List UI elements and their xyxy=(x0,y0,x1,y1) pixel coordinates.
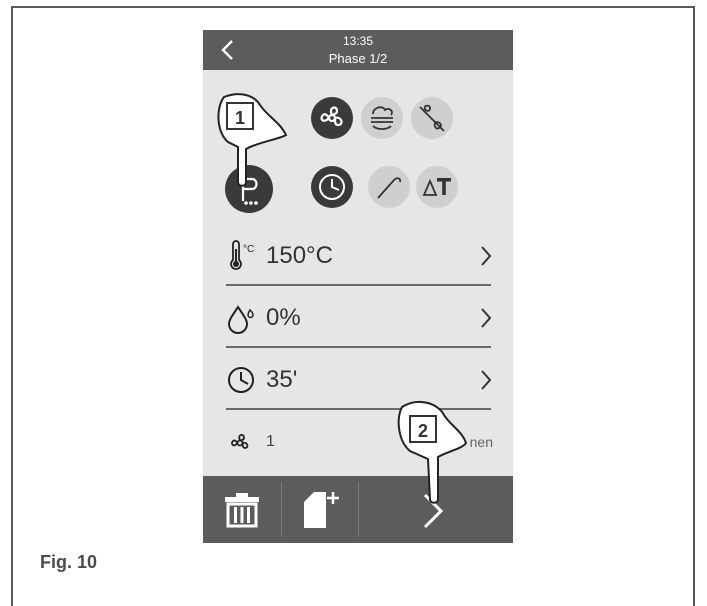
figure-caption: Fig. 10 xyxy=(40,552,98,572)
droplet-icon xyxy=(227,305,254,334)
top-bar: 13:35 Phase 1/2 xyxy=(203,30,513,70)
thermometer-icon: °C xyxy=(230,240,254,270)
fan-speed-row[interactable]: 1 nen xyxy=(226,425,493,459)
fan-icon[interactable] xyxy=(311,97,353,139)
temperature-row[interactable]: °C 150°C xyxy=(226,236,493,278)
bottom-toolbar xyxy=(203,476,513,543)
chevron-right-icon xyxy=(481,370,492,390)
humidity-value: 0% xyxy=(266,304,301,331)
chevron-right-icon xyxy=(481,308,492,328)
preheat-icon[interactable] xyxy=(225,165,273,213)
probe-icon[interactable] xyxy=(368,166,410,208)
fan-mode-label: nen xyxy=(469,434,493,450)
fan-off-icon[interactable] xyxy=(411,97,453,139)
delete-button[interactable] xyxy=(203,476,281,543)
callout-badge-2: 2 xyxy=(409,415,437,443)
next-button[interactable] xyxy=(359,476,513,543)
divider xyxy=(226,284,491,286)
timer-icon[interactable] xyxy=(311,166,353,208)
time-row[interactable]: 35' xyxy=(226,360,493,402)
delta-t-icon[interactable] xyxy=(416,166,458,208)
celsius-unit: °C xyxy=(243,244,254,255)
divider xyxy=(226,408,491,410)
clock-icon xyxy=(228,367,254,393)
humidity-row[interactable]: 0% xyxy=(226,298,493,340)
chevron-right-icon xyxy=(481,246,492,266)
add-page-icon xyxy=(304,492,339,528)
humidity-icon[interactable] xyxy=(361,97,403,139)
phase-label: Phase 1/2 xyxy=(328,51,388,66)
fan-speed-value: 1 xyxy=(266,433,275,450)
temperature-value: 150°C xyxy=(266,242,333,269)
clock: 13:35 xyxy=(342,34,374,48)
fan-icon xyxy=(231,433,249,449)
time-value: 35' xyxy=(266,366,298,393)
divider xyxy=(226,346,491,348)
callout-badge-1: 1 xyxy=(226,102,254,130)
chevron-right-icon xyxy=(423,493,444,529)
trash-icon xyxy=(225,493,259,528)
add-phase-button[interactable] xyxy=(282,476,358,543)
